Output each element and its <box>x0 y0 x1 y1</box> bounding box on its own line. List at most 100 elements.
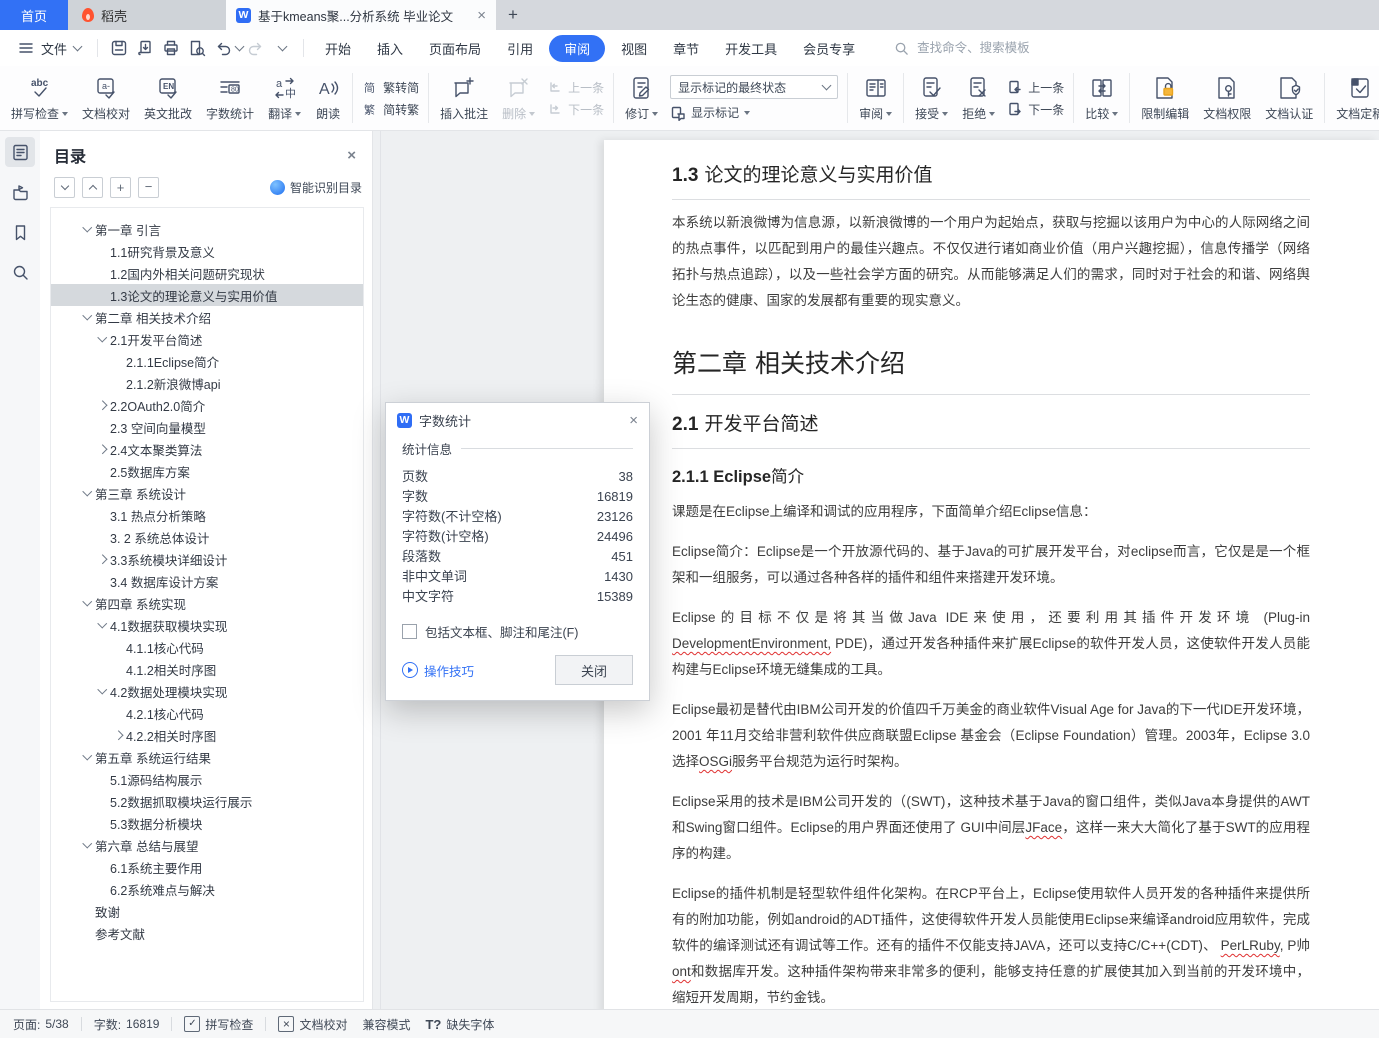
chevron-right-icon[interactable] <box>110 732 126 739</box>
toc-item[interactable]: 3. 2 系统总体设计 <box>51 526 363 548</box>
include-footnotes-option[interactable]: 包括文本框、脚注和尾注(F) <box>402 622 633 641</box>
document-page[interactable]: 1.3 论文的理论意义与实用价值 本系统以新浪微博为信息源，以新浪微博的一个用户为… <box>604 140 1379 1016</box>
toc-item[interactable]: 2.2OAuth2.0简介 <box>51 394 363 416</box>
menu-review[interactable]: 审阅 <box>549 34 606 62</box>
tips-link[interactable]: 操作技巧 <box>402 661 474 680</box>
print-preview-button[interactable] <box>184 36 210 60</box>
word-count-indicator[interactable]: 字数: 16819 <box>91 1016 163 1033</box>
translate-button[interactable]: a中 翻译 <box>261 67 308 129</box>
collapse-all-button[interactable] <box>54 177 75 198</box>
menu-references[interactable]: 引用 <box>494 34 546 63</box>
toc-item[interactable]: 2.1.1Eclipse简介 <box>51 350 363 372</box>
compare-button[interactable]: 比较 <box>1078 67 1125 129</box>
close-toc-icon[interactable] <box>347 147 356 164</box>
menu-dev-tools[interactable]: 开发工具 <box>712 34 790 63</box>
chevron-right-icon[interactable] <box>94 556 110 563</box>
chevron-down-icon[interactable] <box>79 227 95 231</box>
review-pane-button[interactable]: 审阅 <box>852 67 899 129</box>
search-panel-button[interactable] <box>5 257 35 287</box>
next-change-button[interactable]: 下一条 <box>1007 101 1064 118</box>
close-tab-icon[interactable] <box>477 7 486 24</box>
toc-item[interactable]: 4.1.2相关时序图 <box>51 658 363 680</box>
redo-button[interactable] <box>243 36 269 60</box>
toc-item[interactable]: 第五章 系统运行结果 <box>51 746 363 768</box>
chevron-down-icon[interactable] <box>79 601 95 605</box>
tab-document[interactable]: 基于kmeans聚...分析系统 毕业论文 <box>226 0 496 30</box>
toc-item[interactable]: 2.1.2新浪微博api <box>51 372 363 394</box>
menu-insert[interactable]: 插入 <box>364 34 416 63</box>
toc-item[interactable]: 1.1研究背景及意义 <box>51 240 363 262</box>
chevron-down-icon[interactable] <box>79 843 95 847</box>
toc-item[interactable]: 2.3 空间向量模型 <box>51 416 363 438</box>
insert-comment-button[interactable]: 插入批注 <box>433 67 495 129</box>
command-search[interactable] <box>894 40 1080 56</box>
compatibility-mode-indicator[interactable]: 兼容模式 <box>359 1016 413 1033</box>
accept-change-button[interactable]: 接受 <box>908 67 955 129</box>
expand-all-button[interactable] <box>82 177 103 198</box>
search-input[interactable] <box>915 40 1080 56</box>
toc-item[interactable]: 3.1 热点分析策略 <box>51 504 363 526</box>
prev-comment-button[interactable]: 上一条 <box>547 79 604 96</box>
show-markup-button[interactable]: 显示标记 <box>670 104 838 121</box>
reject-change-button[interactable]: 拒绝 <box>955 67 1002 129</box>
bookmark-panel-button[interactable] <box>5 217 35 247</box>
save-button[interactable] <box>106 36 132 60</box>
tab-home[interactable]: 首页 <box>0 0 68 30</box>
export-button[interactable] <box>132 36 158 60</box>
menu-view[interactable]: 视图 <box>608 34 660 63</box>
doc-finalize-button[interactable]: 文档定稿 <box>1329 67 1379 129</box>
menu-section[interactable]: 章节 <box>660 34 712 63</box>
page-indicator[interactable]: 页面: 5/38 <box>10 1016 72 1033</box>
zoom-in-outline-button[interactable] <box>110 177 131 198</box>
doc-certify-button[interactable]: 文档认证 <box>1258 67 1320 129</box>
chevron-down-icon[interactable] <box>79 755 95 759</box>
toc-item[interactable]: 第二章 相关技术介绍 <box>51 306 363 328</box>
proofread-status[interactable]: 文档校对 <box>275 1016 350 1033</box>
doc-permission-button[interactable]: 文档权限 <box>1196 67 1258 129</box>
toc-item[interactable]: 5.2数据抓取模块运行展示 <box>51 790 363 812</box>
toc-item[interactable]: 3.4 数据库设计方案 <box>51 570 363 592</box>
chevron-right-icon[interactable] <box>94 402 110 409</box>
toc-item[interactable]: 6.1系统主要作用 <box>51 856 363 878</box>
toc-item[interactable]: 4.2数据处理模块实现 <box>51 680 363 702</box>
file-panel-button[interactable] <box>5 177 35 207</box>
customize-toolbar-button[interactable] <box>269 36 295 60</box>
toc-item[interactable]: 致谢 <box>51 900 363 922</box>
simp-to-trad-button[interactable]: 繁 简转繁 <box>362 101 419 118</box>
chevron-down-icon[interactable] <box>94 337 110 341</box>
prev-change-button[interactable]: 上一条 <box>1007 79 1064 96</box>
tab-docer[interactable]: 稻壳 <box>68 0 226 30</box>
restrict-editing-button[interactable]: 限制编辑 <box>1134 67 1196 129</box>
close-button[interactable]: 关闭 <box>555 655 633 685</box>
chevron-down-icon[interactable] <box>79 491 95 495</box>
toc-item[interactable]: 1.3论文的理论意义与实用价值 <box>51 284 363 306</box>
checkbox-icon[interactable] <box>402 624 417 639</box>
menu-page-layout[interactable]: 页面布局 <box>416 34 494 63</box>
menu-membership[interactable]: 会员专享 <box>790 34 868 63</box>
toc-item[interactable]: 第三章 系统设计 <box>51 482 363 504</box>
toc-item[interactable]: 6.2系统难点与解决 <box>51 878 363 900</box>
toc-item[interactable]: 第六章 总结与展望 <box>51 834 363 856</box>
toc-item[interactable]: 5.1源码结构展示 <box>51 768 363 790</box>
file-menu-button[interactable]: 文件 <box>10 39 89 58</box>
toc-item[interactable]: 3.3系统模块详细设计 <box>51 548 363 570</box>
toc-item[interactable]: 第一章 引言 <box>51 218 363 240</box>
smart-recognize-toc-button[interactable]: 智能识别目录 <box>269 179 362 196</box>
next-comment-button[interactable]: 下一条 <box>547 101 604 118</box>
chevron-right-icon[interactable] <box>94 446 110 453</box>
dialog-titlebar[interactable]: 字数统计 <box>386 403 649 437</box>
close-dialog-icon[interactable] <box>629 412 638 429</box>
new-tab-button[interactable] <box>496 0 530 30</box>
trad-to-simp-button[interactable]: 简 繁转简 <box>362 79 419 96</box>
toc-item[interactable]: 2.5数据库方案 <box>51 460 363 482</box>
delete-comment-button[interactable]: 删除 <box>495 67 542 129</box>
doc-proofread-button[interactable]: a- 文档校对 <box>75 67 137 129</box>
menu-home[interactable]: 开始 <box>312 34 364 63</box>
toc-item[interactable]: 1.2国内外相关问题研究现状 <box>51 262 363 284</box>
word-count-button[interactable]: 80 字数统计 <box>199 67 261 129</box>
zoom-out-outline-button[interactable] <box>138 177 159 198</box>
toc-item[interactable]: 4.2.1核心代码 <box>51 702 363 724</box>
chevron-down-icon[interactable] <box>94 623 110 627</box>
missing-font-indicator[interactable]: 缺失字体 <box>422 1016 497 1033</box>
spell-check-status[interactable]: 拼写检查 <box>181 1016 256 1033</box>
